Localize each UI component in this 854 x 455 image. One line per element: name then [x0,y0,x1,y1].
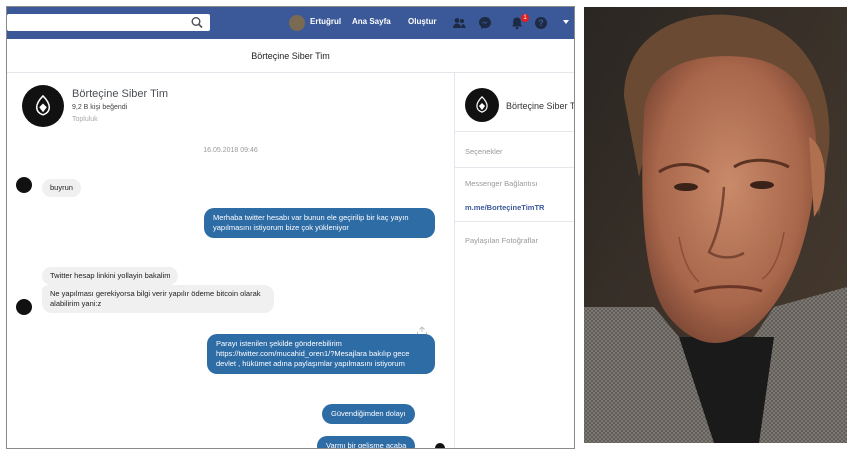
messenger-window: Ertuğrul Ana Sayfa Oluştur 1 ? Börteçine… [6,6,575,449]
profile-link[interactable]: Ertuğrul [310,17,341,26]
message-timestamp: 16.05.2018 09:46 [203,147,258,154]
message-incoming: buyrun [42,179,81,197]
page-avatar-small[interactable] [16,177,32,193]
messenger-icon[interactable] [478,16,492,30]
seen-indicator-avatar [435,443,445,448]
page-likes: 9,2 B kişi beğendi [72,104,128,111]
user-avatar[interactable] [289,15,305,31]
conversation-header: Börteçine Siber Tim [7,39,574,73]
svg-text:?: ? [538,18,544,28]
portrait-illustration [584,7,847,443]
messenger-link[interactable]: m.me/BorteçineTimTR [465,203,544,212]
search-icon[interactable] [190,16,204,29]
message-outgoing: Güvendiğimden dolayı [322,404,415,424]
page-category: Topluluk [72,116,98,123]
page-avatar-small[interactable] [16,299,32,315]
conversation-title: Börteçine Siber Tim [251,51,330,61]
divider [455,131,574,132]
wolf-emblem-icon [35,94,51,116]
wolf-emblem-icon [476,95,488,113]
message-outgoing: Parayı istenilen şekilde gönderebilirim … [207,334,435,374]
friends-icon[interactable] [452,16,466,30]
notification-badge: 1 [521,14,529,22]
home-link[interactable]: Ana Sayfa [352,17,391,26]
create-link[interactable]: Oluştur [408,17,436,26]
help-icon[interactable]: ? [534,16,548,30]
facebook-top-bar: Ertuğrul Ana Sayfa Oluştur 1 ? [7,7,574,39]
message-outgoing: Merhaba twitter hesabı var bunun ele geç… [204,208,435,238]
conversation-details: Börteçine Siber T Seçenekler Messenger B… [454,73,574,448]
options-label[interactable]: Seçenekler [465,147,503,156]
divider [455,221,574,222]
messenger-link-label: Messenger Bağlantısı [465,179,538,188]
message-incoming: Ne yapılması gerekiyorsa bilgi verir yap… [42,285,274,313]
message-incoming: Twitter hesap linkini yollayin bakalim [42,267,179,285]
message-outgoing: Varmı bir gelişme acaba [317,436,416,448]
message-thread: Börteçine Siber Tim 9,2 B kişi beğendi T… [7,73,454,448]
search-input[interactable] [7,14,210,31]
shared-photos-label[interactable]: Paylaşılan Fotoğraflar [465,236,538,245]
page-name[interactable]: Börteçine Siber Tim [72,88,168,100]
page-avatar[interactable] [22,85,64,127]
chevron-down-icon[interactable] [563,20,569,24]
portrait-photo [584,7,847,443]
details-page-avatar[interactable] [465,88,499,122]
details-page-name[interactable]: Börteçine Siber T [506,101,574,111]
divider [455,167,574,168]
